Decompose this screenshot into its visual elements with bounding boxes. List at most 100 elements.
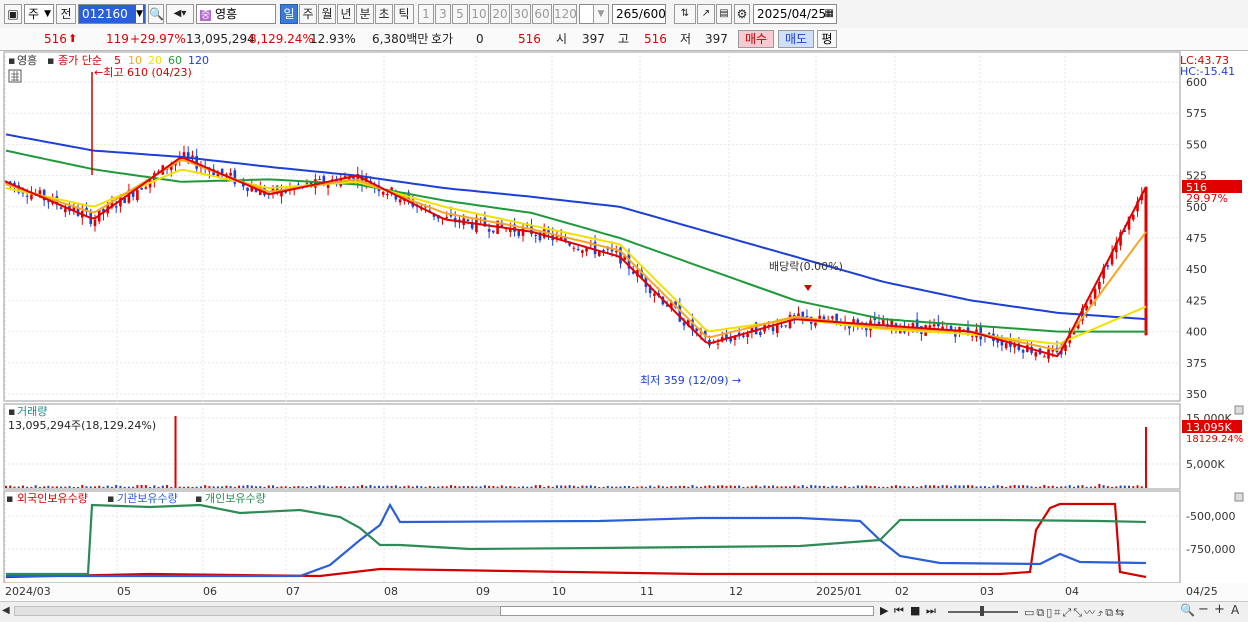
volume-bar bbox=[157, 486, 160, 488]
volume-bar bbox=[674, 486, 677, 488]
settings-gear-icon[interactable]: ⚙ bbox=[734, 4, 750, 24]
sound-icon[interactable]: ◀▾ bbox=[166, 4, 194, 24]
avg-button[interactable]: 평 bbox=[817, 30, 837, 48]
hoga-value: 0 bbox=[476, 32, 484, 46]
x-label-12: 12 bbox=[729, 585, 743, 598]
interval-1-button[interactable]: 1 bbox=[418, 4, 434, 24]
scroll-right-icon[interactable]: ▶ bbox=[880, 604, 888, 617]
candle-body bbox=[191, 155, 194, 157]
scrollbar-thumb[interactable] bbox=[500, 606, 874, 616]
rewind-icon[interactable]: ⏮ bbox=[894, 604, 904, 618]
volume-bar bbox=[64, 486, 67, 488]
volume-bar bbox=[34, 485, 37, 488]
period-week-button[interactable]: 주 bbox=[299, 4, 317, 24]
candle-body bbox=[386, 193, 389, 196]
period-month-button[interactable]: 월 bbox=[318, 4, 336, 24]
volume-bar bbox=[759, 486, 762, 488]
code-dropdown-icon[interactable]: ▼ bbox=[136, 5, 143, 23]
volume-bar bbox=[526, 486, 529, 488]
candle-body bbox=[186, 152, 190, 158]
fast-forward-icon[interactable]: ⏭ bbox=[926, 604, 936, 618]
candle-body bbox=[492, 230, 495, 233]
period-minute-button[interactable]: 분 bbox=[356, 4, 374, 24]
volume-bar bbox=[30, 486, 33, 488]
count-field[interactable]: 265/600 bbox=[612, 4, 666, 24]
stop-icon[interactable]: ■ bbox=[910, 604, 920, 617]
save-icon[interactable]: ▤ bbox=[716, 4, 732, 24]
interval-10-button[interactable]: 10 bbox=[469, 4, 489, 24]
interval-120-button[interactable]: 120 bbox=[553, 4, 577, 24]
candle-body bbox=[25, 195, 29, 197]
zoom-in-icon[interactable]: + bbox=[1214, 602, 1225, 617]
prev-button[interactable]: 전 bbox=[56, 4, 76, 24]
stock-chart[interactable]: 60057555052550047545042540037535015,000K… bbox=[0, 51, 1248, 601]
stock-code-input[interactable]: 012160 ▼ bbox=[78, 4, 146, 24]
scroll-left-icon[interactable]: ◀ bbox=[2, 605, 10, 616]
period-year-button[interactable]: 년 bbox=[337, 4, 355, 24]
volume-marker-icon: ▪ bbox=[8, 405, 15, 418]
volume-close-icon[interactable] bbox=[1234, 405, 1244, 415]
volume-bar bbox=[916, 486, 919, 488]
market-type-select[interactable]: 주 ▼ bbox=[24, 4, 54, 24]
trade-amount: 6,380백만 bbox=[372, 32, 429, 46]
volume-bar bbox=[1145, 427, 1147, 488]
change-rate: +29.97% bbox=[130, 32, 186, 46]
volume-bar bbox=[666, 486, 669, 488]
window-menu-icon[interactable]: ▣ bbox=[4, 4, 22, 24]
volume-bar bbox=[805, 486, 808, 488]
volume-bar bbox=[691, 485, 694, 488]
chart-tools-icons[interactable]: ▭⧉▯⌗⤢⤡〰⤴⧉⇆ bbox=[1024, 604, 1126, 620]
draw-tool-icon[interactable]: ↗ bbox=[697, 4, 715, 24]
sell-button[interactable]: 매도 bbox=[778, 30, 814, 48]
zoom-slider-handle[interactable] bbox=[980, 606, 984, 616]
volume-bar bbox=[865, 485, 868, 488]
volume-bar bbox=[55, 486, 58, 488]
volume-bar bbox=[441, 486, 444, 488]
holdings-close-icon[interactable] bbox=[1234, 492, 1244, 502]
volume-bar bbox=[776, 486, 779, 488]
chart-area: 600 575 550 525 500 475 450 425 400 375 350 15,000K… bbox=[0, 51, 1248, 621]
candle-body bbox=[581, 250, 584, 253]
zoom-search-icon[interactable]: 🔍 bbox=[1180, 603, 1195, 617]
chart-type-icon[interactable]: ⇅ bbox=[674, 4, 696, 24]
text-tool-icon[interactable]: A bbox=[1231, 603, 1239, 617]
calendar-icon[interactable]: ▦ bbox=[825, 5, 834, 23]
candle-body bbox=[381, 191, 385, 195]
search-icon[interactable]: 🔍 bbox=[148, 4, 164, 24]
volume-bar bbox=[971, 485, 974, 488]
volume-bar bbox=[284, 486, 287, 488]
candle-body bbox=[59, 207, 63, 209]
volume-bar bbox=[517, 486, 520, 488]
volume-bar bbox=[1136, 485, 1139, 488]
period-tick-button[interactable]: 틱 bbox=[394, 4, 414, 24]
candle-body bbox=[1034, 352, 1038, 357]
volume-bar bbox=[716, 485, 719, 488]
interval-30-button[interactable]: 30 bbox=[511, 4, 531, 24]
volume-bar bbox=[428, 485, 431, 488]
interval-5-button[interactable]: 5 bbox=[452, 4, 468, 24]
volume-bar bbox=[907, 486, 910, 488]
interval-20-button[interactable]: 20 bbox=[490, 4, 510, 24]
volume-bar bbox=[602, 486, 605, 488]
volume-bar bbox=[657, 485, 660, 488]
volume-bar bbox=[449, 485, 452, 488]
zoom-out-icon[interactable]: − bbox=[1198, 602, 1209, 617]
volume-bar bbox=[924, 485, 927, 488]
open-label: 시 bbox=[556, 32, 568, 46]
volume-bar bbox=[288, 486, 291, 488]
interval-3-button[interactable]: 3 bbox=[435, 4, 451, 24]
volume-bar bbox=[322, 485, 325, 488]
interval-60-button[interactable]: 60 bbox=[532, 4, 552, 24]
buy-button[interactable]: 매수 bbox=[738, 30, 774, 48]
volume-bar bbox=[119, 485, 122, 488]
interval-dropdown-icon[interactable]: ▼ bbox=[593, 4, 609, 24]
period-day-button[interactable]: 일 bbox=[280, 4, 298, 24]
period-second-button[interactable]: 초 bbox=[375, 4, 393, 24]
volume-bar bbox=[852, 486, 855, 488]
volume-bar bbox=[627, 486, 630, 488]
volume-bar bbox=[1034, 486, 1037, 488]
x-label-11: 11 bbox=[640, 585, 654, 598]
volume-bar bbox=[827, 486, 830, 488]
volume-bar bbox=[814, 485, 817, 488]
date-input[interactable]: 2025/04/25 ▦ bbox=[753, 4, 837, 24]
